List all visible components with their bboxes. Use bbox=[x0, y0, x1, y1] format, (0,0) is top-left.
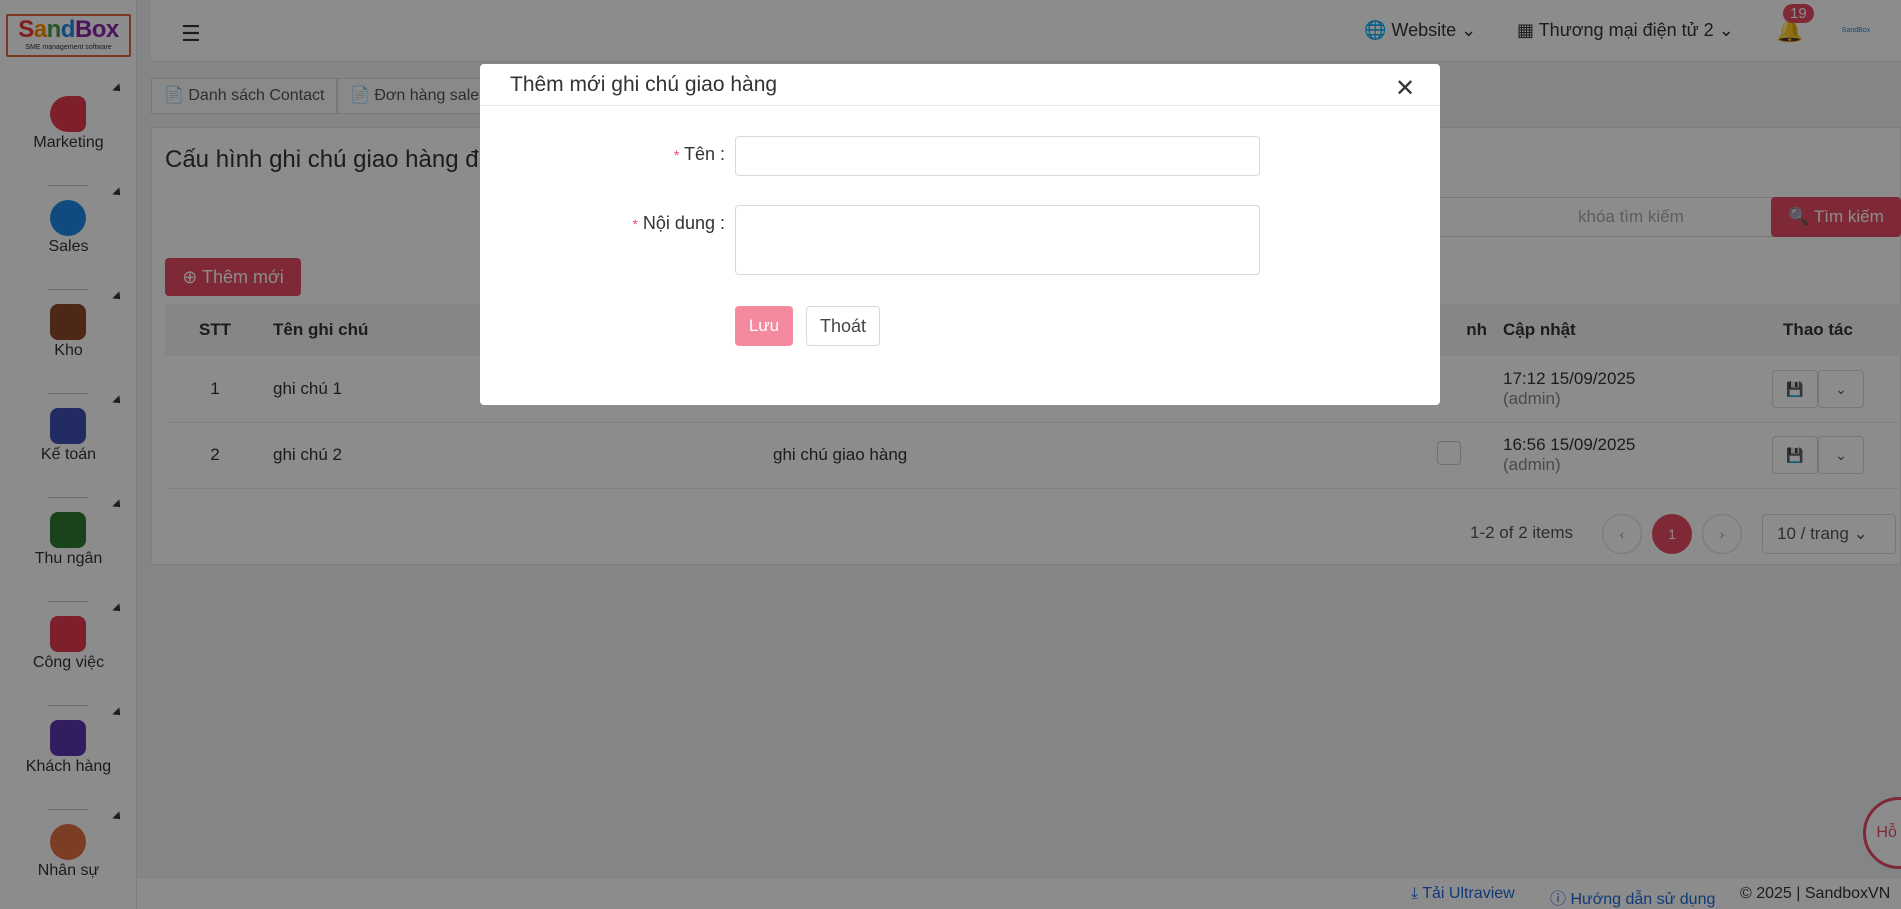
add-note-modal: Thêm mới ghi chú giao hàng ✕ * Tên : * N… bbox=[480, 64, 1440, 405]
save-button[interactable]: Lưu bbox=[735, 306, 793, 346]
cancel-button[interactable]: Thoát bbox=[806, 306, 880, 346]
content-field-label: * Nội dung : bbox=[632, 213, 725, 233]
required-marker: * bbox=[673, 147, 680, 163]
name-field-label: * Tên : bbox=[673, 144, 725, 164]
required-marker: * bbox=[632, 216, 638, 232]
divider bbox=[480, 105, 1440, 106]
content-textarea[interactable] bbox=[735, 205, 1260, 275]
modal-title: Thêm mới ghi chú giao hàng bbox=[510, 73, 778, 96]
name-label-text: Tên bbox=[683, 144, 715, 164]
content-label-text: Nội dung bbox=[642, 213, 715, 233]
name-field[interactable] bbox=[735, 136, 1260, 176]
close-icon[interactable]: ✕ bbox=[1395, 74, 1415, 103]
